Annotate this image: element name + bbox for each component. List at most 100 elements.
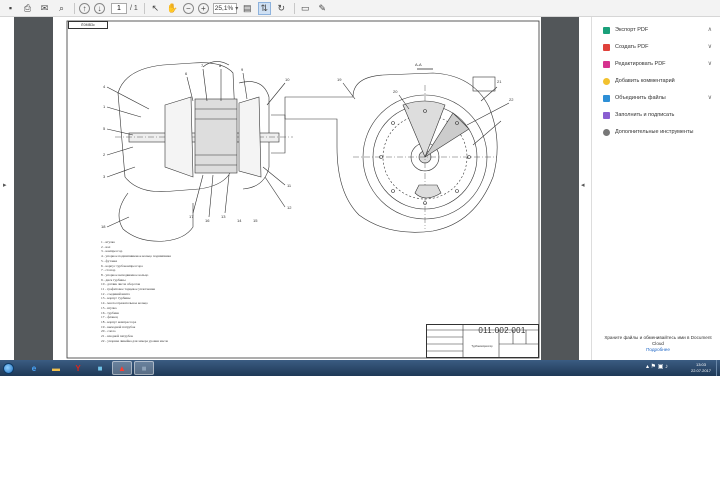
callout-number: 19 xyxy=(337,77,342,82)
show-desktop-button[interactable] xyxy=(716,360,720,376)
taskbar-adobe[interactable]: ▲ xyxy=(112,361,132,375)
rotate-icon[interactable]: ↻ xyxy=(275,2,288,15)
tool-label: Дополнительные инструменты xyxy=(615,129,694,135)
toolbar-divider xyxy=(293,2,295,14)
callout-number: 11 xyxy=(287,183,292,188)
taskbar-app[interactable]: ■ xyxy=(90,361,110,375)
edit-pdf-icon xyxy=(603,60,610,68)
callout-number: 5 xyxy=(103,126,106,131)
zoom-in-icon[interactable]: + xyxy=(197,2,209,14)
callout-number: 18 xyxy=(101,224,106,229)
more-tools-icon xyxy=(603,128,610,136)
tool-edit-pdf[interactable]: Редактировать PDF ∨ xyxy=(603,58,718,70)
mail-icon[interactable]: ✉ xyxy=(38,2,51,15)
document-viewport[interactable]: 4 1 5 2 3 18 6 7 8 9 10 11 12 17 16 13 1 xyxy=(14,17,579,360)
create-pdf-icon xyxy=(603,43,610,51)
fill-sign-icon xyxy=(603,111,610,119)
taskbar-yandex[interactable]: Y xyxy=(68,361,88,375)
comment-icon xyxy=(603,77,610,85)
windows-logo-icon xyxy=(2,362,14,374)
callout-number: 1 xyxy=(103,104,106,109)
zoom-select[interactable]: 25,1% ▾ xyxy=(212,2,239,14)
callout-number: 4 xyxy=(103,84,106,89)
screen: ▪ ⎙ ✉ ⌕ ↑ ↓ / 1 ↖ ✋ − + 25,1% ▾ ▤ ⇅ ↻ ▭ … xyxy=(0,0,720,480)
tool-more-tools[interactable]: Дополнительные инструменты xyxy=(603,126,718,138)
save-icon[interactable]: ▪ xyxy=(4,2,17,15)
callout-number: 15 xyxy=(253,218,258,223)
prev-page-icon[interactable]: ↑ xyxy=(79,2,90,14)
chevron-down-icon: ∨ xyxy=(707,95,712,101)
callout-number: 14 xyxy=(237,218,242,223)
taskbar-app2[interactable]: ■ xyxy=(134,361,154,375)
tool-label: Экспорт PDF xyxy=(615,27,649,33)
next-page-icon[interactable]: ↓ xyxy=(94,2,105,14)
tool-add-comment[interactable]: Добавить комментарий xyxy=(603,75,718,87)
pdf-page: 4 1 5 2 3 18 6 7 8 9 10 11 12 17 16 13 1 xyxy=(53,17,541,360)
tool-label: Объединить файлы xyxy=(615,95,666,101)
tool-label: Редактировать PDF xyxy=(615,61,666,67)
callout-number: 7 xyxy=(201,63,204,68)
callout-number: 10 xyxy=(285,77,290,82)
fit-page-icon[interactable]: ▤ xyxy=(241,2,254,15)
legend-item: 22 - упорная линейка для замера уровня м… xyxy=(101,338,169,343)
drawing-name: Турбокомпрессор xyxy=(471,345,493,348)
app-icon: ■ xyxy=(141,363,147,373)
export-pdf-icon xyxy=(603,26,610,34)
pen-icon[interactable]: ✎ xyxy=(316,2,329,15)
tool-fill-sign[interactable]: Заполнить и подписать xyxy=(603,109,718,121)
app-icon: ■ xyxy=(97,363,103,373)
callout-number: 22 xyxy=(509,97,514,102)
tool-label: Создать PDF xyxy=(615,44,649,50)
tool-create-pdf[interactable]: Создать PDF ∨ xyxy=(603,41,718,53)
title-block: 011.002.001 Турбокомпрессор xyxy=(426,324,539,358)
taskbar-explorer[interactable]: ▬ xyxy=(46,361,66,375)
page-number-input[interactable] xyxy=(111,2,127,14)
zoom-value: 25,1% xyxy=(214,4,234,12)
callout-number: 13 xyxy=(221,214,226,219)
section-label: A-A xyxy=(415,62,422,67)
callout-number: 9 xyxy=(241,67,244,72)
tool-label: Заполнить и подписать xyxy=(615,112,675,118)
clock-date: 22.07.2017 xyxy=(690,367,712,373)
taskbar-ie[interactable]: e xyxy=(24,361,44,375)
reader-toolbar: ▪ ⎙ ✉ ⌕ ↑ ↓ / 1 ↖ ✋ − + 25,1% ▾ ▤ ⇅ ↻ ▭ … xyxy=(0,0,720,17)
callout-number: 6 xyxy=(185,71,188,76)
callout-number: 2 xyxy=(103,152,106,157)
hand-tool-icon[interactable]: ✋ xyxy=(166,2,179,15)
chevron-up-icon: ∧ xyxy=(707,27,712,33)
search-icon[interactable]: ⌕ xyxy=(55,2,68,15)
parts-legend: 1 - втулка 2 - вал 3 - компрессор 4 - уп… xyxy=(101,240,171,343)
tools-panel: Экспорт PDF ∧ Создать PDF ∨ Редактироват… xyxy=(591,17,720,360)
toolbar-divider xyxy=(143,2,145,14)
callout-number: 16 xyxy=(205,218,210,223)
callout-number: 3 xyxy=(103,174,106,179)
taskbar-clock[interactable]: 13:03 22.07.2017 xyxy=(686,362,716,373)
callout-number: 21 xyxy=(497,79,502,84)
comment-bubble-icon[interactable]: ▭ xyxy=(299,2,312,15)
callout-number: 20 xyxy=(393,89,398,94)
select-cursor-icon[interactable]: ↖ xyxy=(149,2,162,15)
start-button[interactable] xyxy=(1,360,15,376)
print-icon[interactable]: ⎙ xyxy=(21,2,34,15)
folder-icon: ▬ xyxy=(52,363,60,373)
system-tray-icons[interactable]: ▴ ⚑ ▣ ♪ xyxy=(646,363,668,370)
drawing-stamp: Ё0МВ3с xyxy=(68,21,108,29)
tool-export-pdf[interactable]: Экспорт PDF ∧ xyxy=(603,24,718,36)
callout-number: 17 xyxy=(189,214,194,219)
drawing-code: 011.002.001 xyxy=(478,326,526,335)
scroll-mode-icon[interactable]: ⇅ xyxy=(257,1,271,15)
chevron-down-icon: ∨ xyxy=(707,61,712,67)
combine-files-icon xyxy=(603,94,610,102)
right-panel-toggle-icon[interactable]: ◂ xyxy=(581,181,585,189)
zoom-out-icon[interactable]: − xyxy=(182,2,194,14)
left-panel-toggle-icon[interactable]: ▸ xyxy=(3,181,7,189)
adobe-reader-icon: ▲ xyxy=(118,363,126,373)
page-total: / 1 xyxy=(130,4,138,12)
tool-combine-files[interactable]: Объединить файлы ∨ xyxy=(603,92,718,104)
internet-explorer-icon: e xyxy=(31,363,37,373)
learn-more-link[interactable]: Подробнее xyxy=(598,347,718,353)
chevron-down-icon: ▾ xyxy=(235,5,239,12)
promo-text: Храните файлы и обменивайтесь ими в Docu… xyxy=(604,335,712,346)
tool-label: Добавить комментарий xyxy=(615,78,675,84)
chevron-down-icon: ∨ xyxy=(707,44,712,50)
